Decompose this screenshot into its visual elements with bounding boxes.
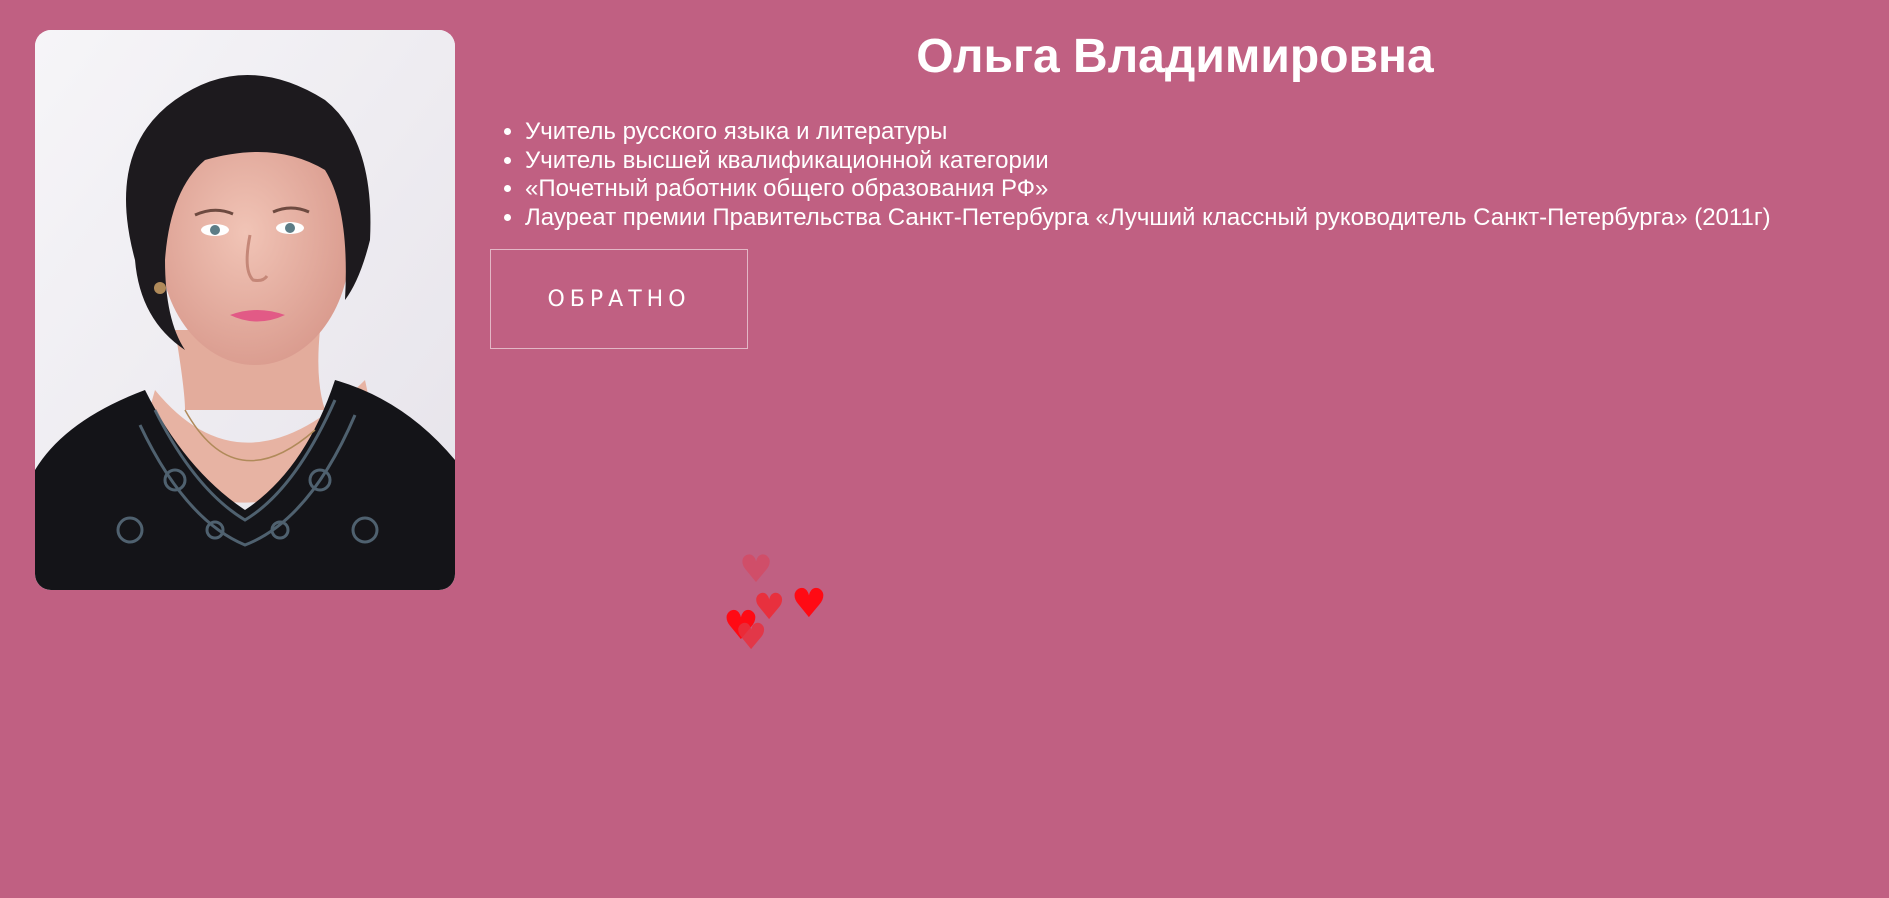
credential-item: «Почетный работник общего образования РФ…	[525, 175, 1771, 204]
heart-icon: ♥	[791, 581, 827, 627]
teacher-name: Ольга Владимировна	[916, 30, 1434, 83]
credential-item: Учитель русского языка и литературы	[525, 118, 1771, 147]
credential-item: Учитель высшей квалификационной категори…	[525, 147, 1771, 176]
heart-icon: ♥	[735, 617, 768, 658]
portrait-image	[35, 30, 455, 590]
teacher-photo	[35, 30, 455, 590]
floating-hearts: ♥ ♥ ♥ ♥ ♥	[715, 550, 835, 670]
credential-item: Лауреат премии Правительства Санкт-Петер…	[525, 204, 1771, 233]
heart-icon: ♥	[739, 547, 774, 591]
back-button[interactable]: ОБРАТНО	[490, 249, 748, 349]
credentials-list: Учитель русского языка и литературы Учит…	[490, 118, 1771, 232]
